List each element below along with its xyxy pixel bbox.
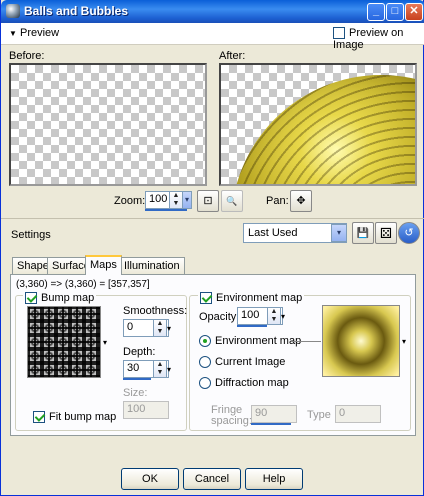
checkbox-icon: [200, 292, 212, 305]
radio-icon: [199, 356, 211, 369]
depth-dropdown-arrow[interactable]: ▾: [167, 365, 171, 374]
opacity-dropdown-arrow[interactable]: ▾: [281, 312, 285, 321]
checkbox-icon: [25, 292, 37, 305]
pan-label: Pan:: [266, 195, 289, 207]
fit-icon: ⊡: [203, 195, 213, 207]
fit-bump-map-checkbox[interactable]: Fit bump map: [33, 411, 117, 424]
fringe-slider-bar[interactable]: [251, 423, 291, 425]
environment-map-dropdown-arrow[interactable]: ▾: [402, 337, 406, 346]
magnifier-icon: 🔍: [226, 196, 238, 206]
title-bar[interactable]: Balls and Bubbles _ □ ✕: [1, 0, 424, 23]
size-input[interactable]: 100: [123, 401, 169, 419]
bump-map-label: Bump map: [41, 292, 95, 304]
after-preview-pane[interactable]: [219, 63, 417, 186]
depth-spinner[interactable]: ▲ ▼: [153, 360, 167, 378]
window-title: Balls and Bubbles: [24, 4, 129, 18]
environment-map-label: Environment map: [216, 292, 303, 304]
after-label: After:: [219, 50, 246, 62]
fit-bump-map-label: Fit bump map: [49, 411, 117, 423]
tab-maps[interactable]: Maps: [85, 255, 122, 275]
opacity-spinner[interactable]: ▲ ▼: [267, 307, 281, 325]
fit-to-window-button[interactable]: ⊡: [197, 190, 219, 212]
app-icon: [6, 4, 20, 18]
smoothness-spinner[interactable]: ▲ ▼: [153, 319, 167, 337]
env-option-current-image[interactable]: Current Image: [199, 356, 286, 369]
size-label: Size:: [123, 387, 148, 399]
bump-map-checkbox[interactable]: Bump map: [23, 292, 97, 305]
bump-map-thumbnail[interactable]: [27, 306, 101, 378]
environment-map-thumbnail[interactable]: [322, 305, 400, 377]
ball-texture-overlay: [231, 75, 415, 184]
zoom-slider-bar[interactable]: [145, 209, 187, 211]
divider: [1, 218, 424, 219]
env-option-label: Environment map: [215, 335, 302, 347]
zoom-dropdown-arrow[interactable]: ▾: [182, 191, 192, 209]
zoom-spinner[interactable]: ▲ ▼: [169, 191, 183, 209]
preset-dropdown-arrow[interactable]: ▾: [331, 224, 347, 242]
fringe-spacing-input[interactable]: 90: [251, 405, 297, 423]
fringe-spacing-label: Fringe spacing:: [211, 405, 252, 427]
radio-icon: [199, 377, 211, 390]
preview-on-image-checkbox[interactable]: Preview on Image: [333, 27, 424, 51]
before-preview-pane[interactable]: [9, 63, 207, 186]
smoothness-dropdown-arrow[interactable]: ▾: [167, 324, 171, 333]
help-button[interactable]: Help: [245, 468, 303, 490]
env-option-label: Current Image: [215, 356, 286, 368]
ok-button[interactable]: OK: [121, 468, 179, 490]
reset-button[interactable]: ↺: [398, 222, 420, 244]
cancel-button[interactable]: Cancel: [183, 468, 241, 490]
zoom-tool-button[interactable]: 🔍: [221, 190, 243, 212]
preview-header: ▼ Preview Preview on Image: [1, 23, 424, 51]
preview-toggle[interactable]: ▼ Preview: [9, 27, 59, 39]
coords-readout: (3,360) => (3,360) = [357,357]: [16, 279, 150, 290]
dice-icon: ⚄: [379, 225, 393, 241]
close-button[interactable]: ✕: [405, 3, 423, 21]
zoom-label: Zoom:: [114, 195, 146, 207]
type-input[interactable]: 0: [335, 405, 381, 423]
checkbox-icon: [333, 27, 345, 40]
checkbox-icon: [33, 411, 45, 424]
radio-icon: [199, 335, 211, 348]
env-option-environment-map[interactable]: Environment map: [199, 335, 302, 348]
smoothness-label: Smoothness:: [123, 305, 188, 317]
randomize-button[interactable]: ⚄: [375, 222, 397, 244]
collapse-arrow-icon: ▼: [9, 29, 17, 38]
tab-illumination[interactable]: Illumination: [119, 257, 185, 274]
pan-button[interactable]: ✥: [290, 190, 312, 212]
floppy-disk-icon: 💾: [356, 228, 370, 239]
opacity-label: Opacity:: [199, 311, 240, 323]
minimize-button[interactable]: _: [367, 3, 385, 21]
environment-map-checkbox[interactable]: Environment map: [198, 292, 305, 305]
connector-line: [291, 341, 321, 342]
save-preset-button[interactable]: 💾: [352, 222, 374, 244]
maximize-button[interactable]: □: [386, 3, 404, 21]
depth-label: Depth:: [123, 346, 156, 358]
before-label: Before:: [9, 50, 45, 62]
depth-slider-bar[interactable]: [123, 378, 151, 380]
move-icon: ✥: [296, 195, 306, 207]
type-label: Type: [307, 409, 331, 421]
env-option-diffraction-map[interactable]: Diffraction map: [199, 377, 289, 390]
fringe-label-line2: spacing:: [211, 415, 252, 427]
maps-tab-panel: (3,360) => (3,360) = [357,357] Bump map …: [10, 274, 416, 436]
preset-value: Last Used: [248, 227, 298, 239]
opacity-slider-bar[interactable]: [237, 325, 267, 327]
preview-toggle-label: Preview: [19, 27, 60, 39]
reset-icon: ↺: [404, 227, 414, 239]
bump-map-dropdown-arrow[interactable]: ▾: [103, 338, 107, 347]
env-option-label: Diffraction map: [215, 377, 289, 389]
dialog-window: Balls and Bubbles _ □ ✕ ▼ Preview Previe…: [0, 0, 424, 496]
settings-label: Settings: [11, 229, 51, 241]
